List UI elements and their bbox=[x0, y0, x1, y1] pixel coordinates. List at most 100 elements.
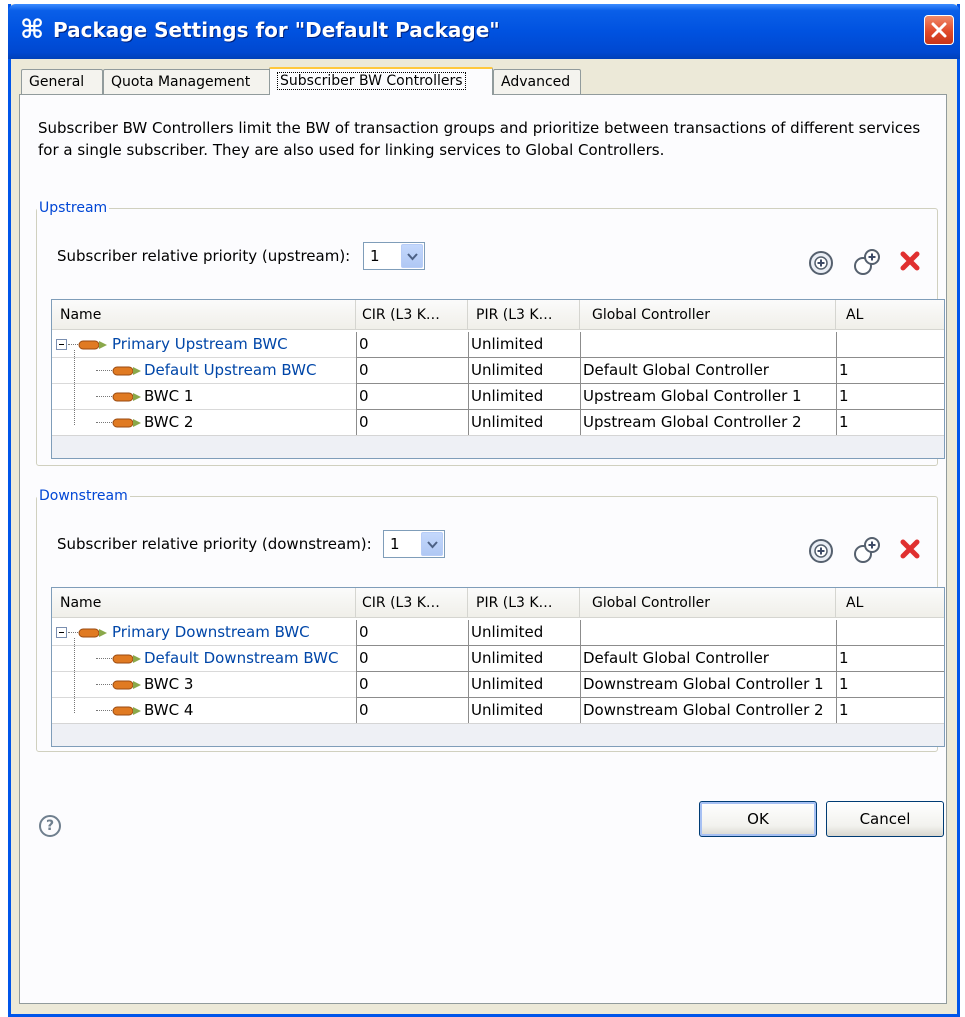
tab-general[interactable]: General bbox=[21, 69, 103, 94]
upstream-priority-value: 1 bbox=[370, 247, 380, 265]
window-title: Package Settings for "Default Package" bbox=[53, 18, 500, 42]
downstream-priority-select[interactable]: 1 bbox=[383, 530, 445, 558]
tab-subscriber-bw-controllers[interactable]: Subscriber BW Controllers bbox=[269, 67, 493, 95]
column-header-cir[interactable]: CIR (L3 K… bbox=[356, 588, 468, 618]
pir-cell[interactable]: Unlimited bbox=[468, 358, 580, 384]
upstream-priority-select[interactable]: 1 bbox=[363, 242, 425, 270]
add-sub-bwc-icon bbox=[854, 537, 880, 563]
downstream-priority-dropdown-button[interactable] bbox=[421, 532, 443, 556]
table-row[interactable]: Default Upstream BWC 0 Unlimited Default… bbox=[52, 358, 944, 384]
name-cell: BWC 2 bbox=[52, 410, 356, 436]
package-settings-dialog: ⌘ Package Settings for "Default Package"… bbox=[8, 4, 960, 1017]
column-header-name[interactable]: Name bbox=[52, 588, 356, 618]
upstream-bwc-table[interactable]: Name CIR (L3 K… PIR (L3 K… Global Contro… bbox=[51, 299, 945, 459]
close-button[interactable] bbox=[924, 15, 954, 45]
global-controller-cell[interactable] bbox=[580, 620, 836, 646]
row-name: BWC 4 bbox=[144, 701, 194, 719]
al-cell[interactable] bbox=[836, 332, 944, 358]
cir-cell[interactable]: 0 bbox=[356, 698, 468, 724]
cir-cell[interactable]: 0 bbox=[356, 646, 468, 672]
cir-cell[interactable]: 0 bbox=[356, 332, 468, 358]
column-header-cir[interactable]: CIR (L3 K… bbox=[356, 300, 468, 330]
table-scroll-area[interactable] bbox=[52, 435, 944, 458]
chevron-down-icon bbox=[407, 253, 418, 261]
al-cell[interactable]: 1 bbox=[836, 384, 944, 410]
table-row[interactable]: BWC 3 0 Unlimited Downstream Global Cont… bbox=[52, 672, 944, 698]
delete-bwc-button[interactable] bbox=[899, 538, 927, 566]
column-header-al[interactable]: AL bbox=[836, 588, 944, 618]
add-sub-bwc-icon bbox=[854, 249, 880, 275]
global-controller-cell[interactable] bbox=[580, 332, 836, 358]
al-cell[interactable]: 1 bbox=[836, 646, 944, 672]
column-header-global-controller[interactable]: Global Controller bbox=[580, 300, 836, 330]
name-cell: BWC 4 bbox=[52, 698, 356, 724]
help-icon[interactable]: ? bbox=[39, 815, 61, 837]
global-controller-cell[interactable]: Default Global Controller bbox=[580, 358, 836, 384]
table-row[interactable]: BWC 4 0 Unlimited Downstream Global Cont… bbox=[52, 698, 944, 724]
pir-cell[interactable]: Unlimited bbox=[468, 646, 580, 672]
table-row[interactable]: Primary Downstream BWC 0 Unlimited bbox=[52, 620, 944, 646]
pir-cell[interactable]: Unlimited bbox=[468, 384, 580, 410]
downstream-group: Downstream Subscriber relative priority … bbox=[36, 487, 945, 752]
cancel-button[interactable]: Cancel bbox=[826, 801, 944, 837]
delete-bwc-button[interactable] bbox=[899, 250, 927, 278]
al-cell[interactable]: 1 bbox=[836, 410, 944, 436]
global-controller-cell[interactable]: Default Global Controller bbox=[580, 646, 836, 672]
global-controller-cell[interactable]: Downstream Global Controller 1 bbox=[580, 672, 836, 698]
downstream-bwc-table[interactable]: Name CIR (L3 K… PIR (L3 K… Global Contro… bbox=[51, 587, 945, 747]
dialog-body: General Quota Management Subscriber BW C… bbox=[11, 59, 957, 1014]
add-bwc-button[interactable] bbox=[807, 249, 835, 277]
cir-cell[interactable]: 0 bbox=[356, 358, 468, 384]
name-cell: Primary Upstream BWC bbox=[52, 332, 356, 358]
pir-cell[interactable]: Unlimited bbox=[468, 698, 580, 724]
cir-cell[interactable]: 0 bbox=[356, 672, 468, 698]
bwc-pipe-icon bbox=[78, 628, 107, 638]
row-name: Primary Downstream BWC bbox=[112, 623, 310, 641]
table-row[interactable]: Default Downstream BWC 0 Unlimited Defau… bbox=[52, 646, 944, 672]
global-controller-cell[interactable]: Upstream Global Controller 1 bbox=[580, 384, 836, 410]
pir-cell[interactable]: Unlimited bbox=[468, 672, 580, 698]
add-bwc-button[interactable] bbox=[807, 537, 835, 565]
column-header-global-controller[interactable]: Global Controller bbox=[580, 588, 836, 618]
table-row[interactable]: Primary Upstream BWC 0 Unlimited bbox=[52, 332, 944, 358]
pir-cell[interactable]: Unlimited bbox=[468, 620, 580, 646]
table-header: Name CIR (L3 K… PIR (L3 K… Global Contro… bbox=[52, 588, 944, 618]
tab-quota-management[interactable]: Quota Management bbox=[103, 69, 271, 94]
column-header-pir[interactable]: PIR (L3 K… bbox=[468, 588, 580, 618]
pir-cell[interactable]: Unlimited bbox=[468, 332, 580, 358]
column-header-pir[interactable]: PIR (L3 K… bbox=[468, 300, 580, 330]
add-bwc-icon bbox=[809, 539, 833, 563]
bwc-pipe-icon bbox=[112, 392, 141, 402]
al-cell[interactable] bbox=[836, 620, 944, 646]
title-bar[interactable]: ⌘ Package Settings for "Default Package" bbox=[8, 4, 960, 59]
table-row[interactable]: BWC 2 0 Unlimited Upstream Global Contro… bbox=[52, 410, 944, 436]
chevron-down-icon bbox=[427, 541, 438, 549]
tab-advanced[interactable]: Advanced bbox=[493, 69, 581, 94]
al-cell[interactable]: 1 bbox=[836, 698, 944, 724]
pir-cell[interactable]: Unlimited bbox=[468, 410, 580, 436]
global-controller-cell[interactable]: Upstream Global Controller 2 bbox=[580, 410, 836, 436]
close-icon bbox=[931, 22, 947, 38]
tab-panel: Subscriber BW Controllers limit the BW o… bbox=[19, 94, 947, 1004]
global-controller-cell[interactable]: Downstream Global Controller 2 bbox=[580, 698, 836, 724]
bwc-pipe-icon bbox=[112, 706, 141, 716]
add-sub-bwc-button[interactable] bbox=[852, 247, 880, 275]
upstream-priority-dropdown-button[interactable] bbox=[401, 244, 423, 268]
table-scroll-area[interactable] bbox=[52, 723, 944, 746]
description-text: Subscriber BW Controllers limit the BW o… bbox=[38, 119, 921, 159]
ok-button[interactable]: OK bbox=[699, 801, 817, 837]
al-cell[interactable]: 1 bbox=[836, 672, 944, 698]
cir-cell[interactable]: 0 bbox=[356, 384, 468, 410]
cir-cell[interactable]: 0 bbox=[356, 410, 468, 436]
tree-connector bbox=[68, 632, 78, 633]
row-name: Default Downstream BWC bbox=[144, 649, 339, 667]
table-row[interactable]: BWC 1 0 Unlimited Upstream Global Contro… bbox=[52, 384, 944, 410]
cir-cell[interactable]: 0 bbox=[356, 620, 468, 646]
collapse-toggle[interactable] bbox=[56, 627, 67, 638]
column-header-al[interactable]: AL bbox=[836, 300, 944, 330]
al-cell[interactable]: 1 bbox=[836, 358, 944, 384]
add-sub-bwc-button[interactable] bbox=[852, 535, 880, 563]
column-header-name[interactable]: Name bbox=[52, 300, 356, 330]
collapse-toggle[interactable] bbox=[56, 339, 67, 350]
package-settings-icon: ⌘ bbox=[19, 15, 45, 45]
